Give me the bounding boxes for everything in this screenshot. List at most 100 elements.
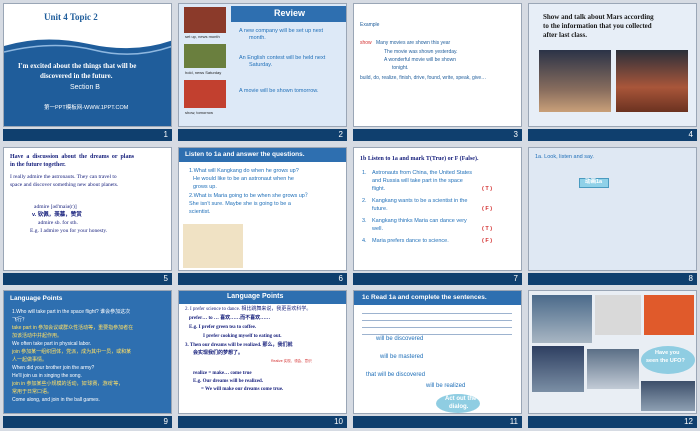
example-label: Example (360, 22, 380, 28)
slide-thumbnail-12[interactable]: Have you seen the UFO? 12 (525, 287, 700, 431)
item-4-num: 4. (362, 237, 367, 244)
bubble-line-2: dialog. (449, 404, 469, 411)
slide-sorter-grid: Unit 4 Topic 2 I'm excited about the thi… (0, 0, 700, 431)
line-8: E.g. Our dreams will be realized. (193, 379, 263, 385)
slide-number-bar: 3 (353, 129, 522, 141)
slide-number-bar: 11 (353, 416, 522, 429)
slide-4-canvas[interactable]: Show and talk about Mars according to th… (528, 3, 697, 127)
answer-3: that will be discovered (366, 372, 426, 379)
item-3-num: 3. (362, 217, 367, 224)
slide-number-bar: 10 (178, 416, 347, 429)
answer-2-line-1: She isn't sure. Maybe she is going to be… (189, 200, 291, 207)
slide-thumbnail-10[interactable]: Language Points 2. I prefer science to d… (175, 287, 350, 431)
slide-number: 6 (338, 273, 343, 283)
slide-thumbnail-5[interactable]: Have a discussion about the dreams or pl… (0, 144, 175, 288)
title-line-1: Have a discussion about the dreams or pl… (10, 153, 135, 160)
slide-12-canvas[interactable]: Have you seen the UFO? (528, 290, 697, 415)
caption-3: show, tomorrow (185, 110, 214, 115)
slide-number: 2 (338, 130, 343, 139)
slide-6-canvas[interactable]: Listen to 1a and answer the questions. 1… (178, 146, 347, 271)
line-6: join 参加某一组织团体，党派，成为其中一员，或和某 (12, 349, 132, 356)
slide-thumbnail-9[interactable]: Language Points 1.Who will take part in … (0, 287, 175, 431)
line-7: 人一起做事情。 (12, 357, 48, 364)
slide-9-canvas[interactable]: Language Points 1.Who will take part in … (3, 290, 172, 415)
slide-5-canvas[interactable]: Have a discussion about the dreams or pl… (3, 146, 172, 271)
line-8: When did your brother join the army? (12, 365, 95, 372)
slide-11-canvas[interactable]: 1c Read 1a and complete the sentences. w… (353, 290, 522, 415)
line-4: I prefer cooking myself to eating out. (203, 334, 282, 340)
slide-2-canvas[interactable]: Review set up, news month hold, news Sat… (178, 3, 347, 127)
slide-number-bar: 4 (528, 129, 697, 141)
slide-number: 5 (163, 273, 168, 283)
slide-header: Language Points (10, 295, 63, 303)
vocab-word: admire [əd'maiə(r)] (34, 203, 77, 210)
slide-thumbnail-3[interactable]: Example show Many movies are shown this … (350, 0, 525, 144)
slide-1-canvas[interactable]: Unit 4 Topic 2 I'm excited about the thi… (3, 3, 172, 127)
bubble-line-1: Act out the (445, 396, 477, 403)
slide-thumbnail-2[interactable]: Review set up, news month hold, news Sat… (175, 0, 350, 144)
item-3-mark: ( T ) (482, 225, 493, 232)
watermark-footer: 第一PPT模板网-WWW.1PPT.COM (44, 105, 129, 111)
line-3: take part in 参加会议或群众性活动等，重要指参加者在 (12, 325, 134, 332)
caption-1: set up, news month (185, 34, 220, 39)
slide-thumbnail-4[interactable]: Show and talk about Mars according to th… (525, 0, 700, 144)
slide-number-bar: 2 (178, 129, 347, 141)
slide-thumbnail-1[interactable]: Unit 4 Topic 2 I'm excited about the thi… (0, 0, 175, 144)
slide-title: Unit 4 Topic 2 (44, 12, 98, 22)
contest-photo (184, 44, 226, 68)
vocab-usage: admire sb. for sth. (38, 219, 78, 226)
item-1-line-2: and Russia will take part in the space (372, 177, 463, 184)
slide-thumbnail-7[interactable]: 1b Listen to 1a and mark T(True) or F (F… (350, 144, 525, 288)
line-9: He'll join us in singing the song. (12, 373, 82, 380)
slide-8-canvas[interactable]: 1a. Look, listen and say. 动画1a (528, 146, 697, 271)
line-11: 常用于日常口语。 (12, 389, 53, 396)
item-2-line-1: Kangkang wants to be a scientist in the (372, 197, 468, 204)
slide-title: 1b Listen to 1a and mark T(True) or F (F… (360, 155, 479, 162)
line-2: 飞行？ (12, 317, 28, 324)
slide-thumbnail-6[interactable]: Listen to 1a and answer the questions. 1… (175, 144, 350, 288)
question-1: 1.What will Kangkang do when he grows up… (189, 167, 299, 174)
blank-line-1 (362, 313, 512, 315)
slide-header: Language Points (227, 293, 284, 301)
item-4-mark: ( F ) (482, 237, 493, 244)
item-2-mark: ( F ) (482, 205, 493, 212)
slide-thumbnail-11[interactable]: 1c Read 1a and complete the sentences. w… (350, 287, 525, 431)
company-photo (184, 7, 226, 33)
line-7: realize = make… come true (193, 371, 252, 377)
slide-10-canvas[interactable]: Language Points 2. I prefer science to d… (178, 290, 347, 415)
slide-thumbnail-8[interactable]: 1a. Look, listen and say. 动画1a 8 (525, 144, 700, 288)
animation-button-label: 动画1a (585, 178, 603, 185)
item-4-line-1: Maria prefers dance to science. (372, 237, 449, 244)
ufo-photo-6 (641, 381, 695, 412)
blank-line-3 (362, 327, 512, 329)
line-6: 会实现我们的梦想了。 (193, 351, 244, 357)
title-line-3: after last class. (543, 31, 587, 39)
wave-decoration (4, 39, 171, 64)
slide-number-bar: 12 (528, 416, 697, 429)
item-1-line-1: Astronauts from China, the United States (372, 169, 472, 176)
subtitle-line-2: discovered in the future. (40, 72, 113, 80)
answer-1-line-2: grows up. (193, 183, 217, 190)
item-3-line-1: Kangkang thinks Maria can dance very (372, 217, 467, 224)
show-word: show (360, 40, 372, 46)
line-4: 加该活动中并起作用。 (12, 333, 63, 340)
answer-4: will be realized (426, 383, 466, 390)
slide-7-canvas[interactable]: 1b Listen to 1a and mark T(True) or F (F… (353, 146, 522, 271)
review-header: Review (274, 8, 306, 18)
answer-2-line-2: scientist. (189, 208, 211, 215)
example-line-3: A wonderful movie will be shown (384, 57, 456, 63)
sentence-1-line-1: A new company will be set up next (239, 28, 324, 34)
section-label: Section B (70, 84, 100, 91)
ufo-photo-4 (532, 346, 584, 393)
bullet-line-1: I really admire the astronauts. They can… (10, 173, 117, 180)
blank-line-4 (362, 334, 512, 336)
ufo-photo-1 (532, 295, 592, 344)
line-3: E.g. I prefer green tea to coffee. (189, 325, 257, 331)
slide-3-canvas[interactable]: Example show Many movies are shown this … (353, 3, 522, 127)
ufo-photo-5 (587, 349, 639, 390)
line-10: join in 参加某些小规模的活动，如'球赛，游戏'等， (12, 381, 124, 388)
bubble-line-2: seen the UFO? (646, 358, 685, 365)
title-line-1: Show and talk about Mars according (543, 13, 654, 21)
line-1: 2. I prefer science to dance. 相比跳舞来说，我更喜… (185, 307, 312, 313)
answer-1: will be discovered (376, 336, 424, 343)
